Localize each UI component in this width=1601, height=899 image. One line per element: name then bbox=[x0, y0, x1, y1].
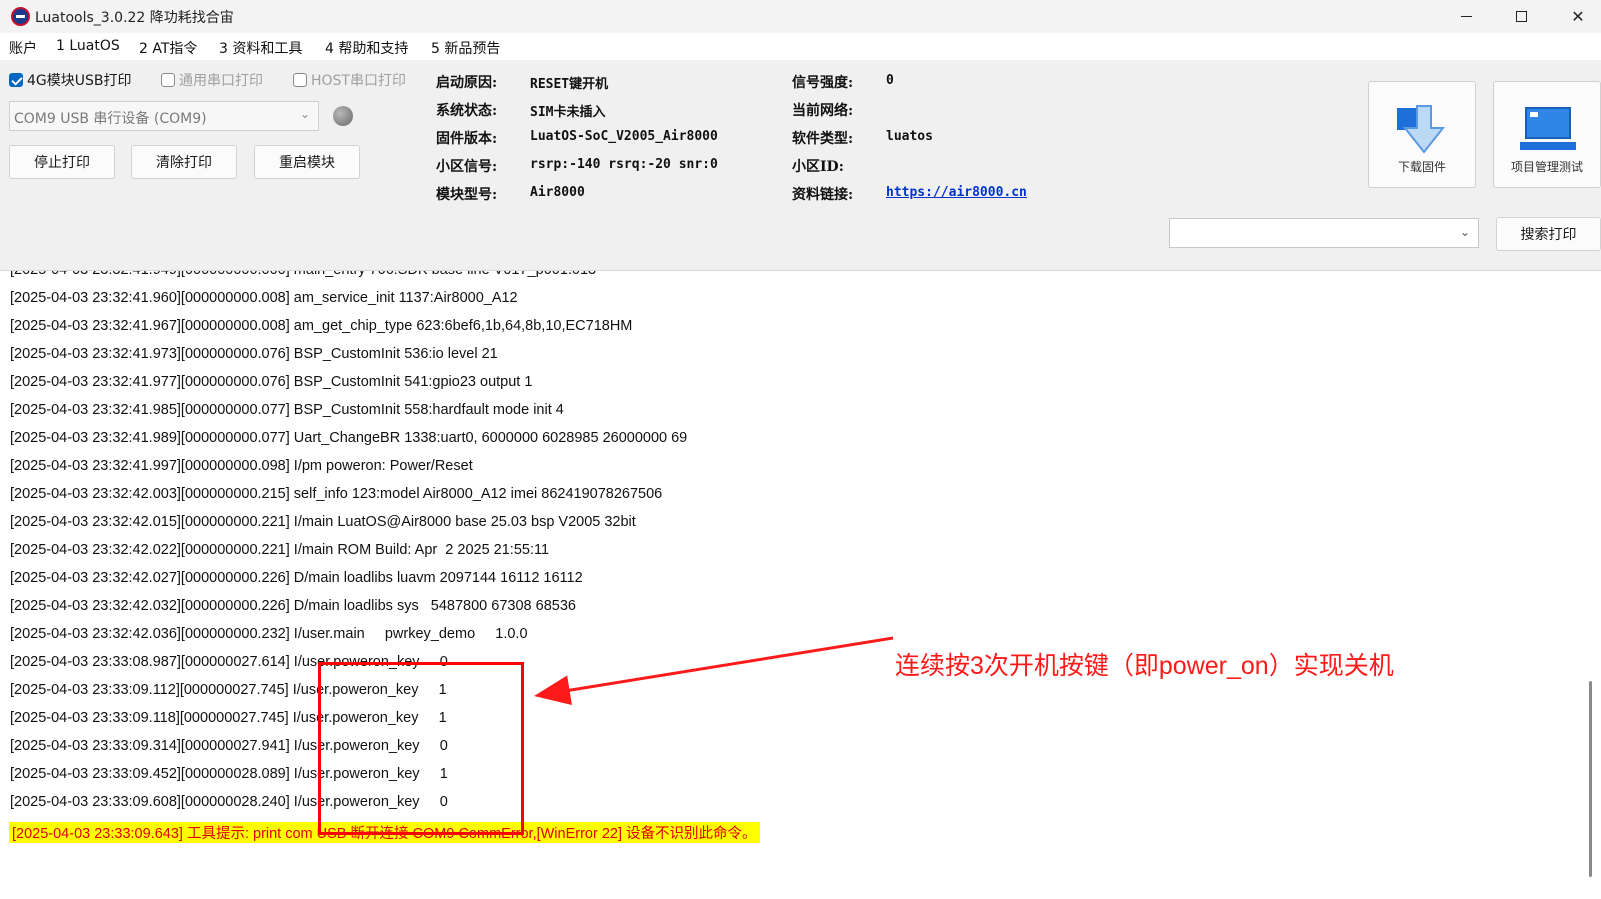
boot-reason-value: RESET键开机 bbox=[530, 77, 609, 92]
port-select-value: COM9 USB 串行设备 (COM9) bbox=[14, 111, 207, 127]
close-icon: ✕ bbox=[1571, 7, 1585, 26]
software-type-value: luatos bbox=[886, 129, 933, 144]
boot-reason-label: 启动原因: bbox=[436, 75, 498, 91]
control-panel: 4G模块USB打印 通用串口打印 HOST串口打印 COM9 USB 串行设备 … bbox=[0, 60, 1601, 270]
checkbox-empty-icon bbox=[293, 73, 307, 87]
system-status-value: SIM卡未插入 bbox=[530, 105, 606, 120]
system-status-label: 系统状态: bbox=[436, 103, 498, 119]
maximize-icon bbox=[1515, 11, 1527, 22]
window-title: Luatools_3.0.22 降功耗找合宙 bbox=[35, 10, 234, 26]
cell-id-label: 小区ID: bbox=[792, 159, 844, 175]
uart-print-checkbox[interactable]: 通用串口打印 bbox=[161, 70, 263, 90]
cell-signal-label: 小区信号: bbox=[436, 159, 498, 175]
current-network-label: 当前网络: bbox=[792, 103, 854, 119]
log-output[interactable]: [2025-04-03 23:32:41.949][000000000.000]… bbox=[0, 270, 1601, 899]
menu-bar: 账户 1 LuatOS 2 AT指令 3 资料和工具 4 帮助和支持 5 新品预… bbox=[0, 33, 1601, 60]
module-model-label: 模块型号: bbox=[436, 187, 498, 203]
menu-docs-tools[interactable]: 3 资料和工具 bbox=[219, 38, 302, 58]
menu-luatos[interactable]: 1 LuatOS bbox=[56, 38, 120, 54]
checkbox-empty-icon bbox=[161, 73, 175, 87]
download-firmware-button[interactable]: 下载固件 bbox=[1368, 81, 1476, 188]
menu-at-commands[interactable]: 2 AT指令 bbox=[139, 38, 197, 58]
clear-print-button[interactable]: 清除打印 bbox=[131, 145, 237, 179]
project-test-label: 项目管理测试 bbox=[1510, 160, 1583, 174]
menu-new-products[interactable]: 5 新品预告 bbox=[431, 38, 500, 58]
laptop-code-icon bbox=[1520, 107, 1576, 150]
search-print-button[interactable]: 搜索打印 bbox=[1496, 217, 1601, 251]
host-print-checkbox[interactable]: HOST串口打印 bbox=[293, 70, 406, 90]
firmware-version-label: 固件版本: bbox=[436, 131, 498, 147]
log-filter-select[interactable]: ⌄ bbox=[1169, 218, 1479, 248]
restart-module-button[interactable]: 重启模块 bbox=[254, 145, 360, 179]
menu-account[interactable]: 账户 bbox=[9, 38, 37, 58]
chevron-down-icon: ⌄ bbox=[1459, 225, 1470, 239]
annotation-arrow-icon bbox=[534, 636, 894, 706]
maximize-button[interactable] bbox=[1498, 0, 1544, 33]
docs-link[interactable]: https://air8000.cn bbox=[886, 185, 1027, 200]
menu-help-support[interactable]: 4 帮助和支持 bbox=[325, 38, 408, 58]
annotation-text: 连续按3次开机按键（即power_on）实现关机 bbox=[895, 652, 1394, 680]
connection-status-light-icon bbox=[333, 106, 353, 126]
firmware-version-value: LuatOS-SoC_V2005_Air8000 bbox=[530, 129, 718, 144]
docs-link-label: 资料链接: bbox=[792, 187, 854, 203]
project-test-button[interactable]: 项目管理测试 bbox=[1493, 81, 1601, 188]
usb-print-checkbox[interactable]: 4G模块USB打印 bbox=[9, 70, 132, 90]
download-icon bbox=[1397, 105, 1446, 154]
checkbox-checked-icon bbox=[9, 73, 23, 87]
cell-signal-value: rsrp:-140 rsrq:-20 snr:0 bbox=[530, 157, 718, 172]
port-select[interactable]: COM9 USB 串行设备 (COM9) ⌄ bbox=[9, 101, 319, 131]
app-logo-icon bbox=[11, 7, 30, 26]
stop-print-button[interactable]: 停止打印 bbox=[9, 145, 115, 179]
chevron-down-icon: ⌄ bbox=[299, 107, 310, 121]
log-scrollbar[interactable] bbox=[1589, 681, 1592, 877]
title-bar: Luatools_3.0.22 降功耗找合宙 ✕ bbox=[0, 0, 1601, 33]
software-type-label: 软件类型: bbox=[792, 131, 854, 147]
minimize-button[interactable] bbox=[1443, 0, 1489, 33]
close-button[interactable]: ✕ bbox=[1555, 0, 1601, 33]
minimize-icon bbox=[1460, 16, 1472, 17]
module-model-value: Air8000 bbox=[530, 185, 585, 200]
download-firmware-label: 下载固件 bbox=[1397, 160, 1446, 174]
signal-strength-value: 0 bbox=[886, 73, 894, 88]
signal-strength-label: 信号强度: bbox=[792, 75, 854, 91]
